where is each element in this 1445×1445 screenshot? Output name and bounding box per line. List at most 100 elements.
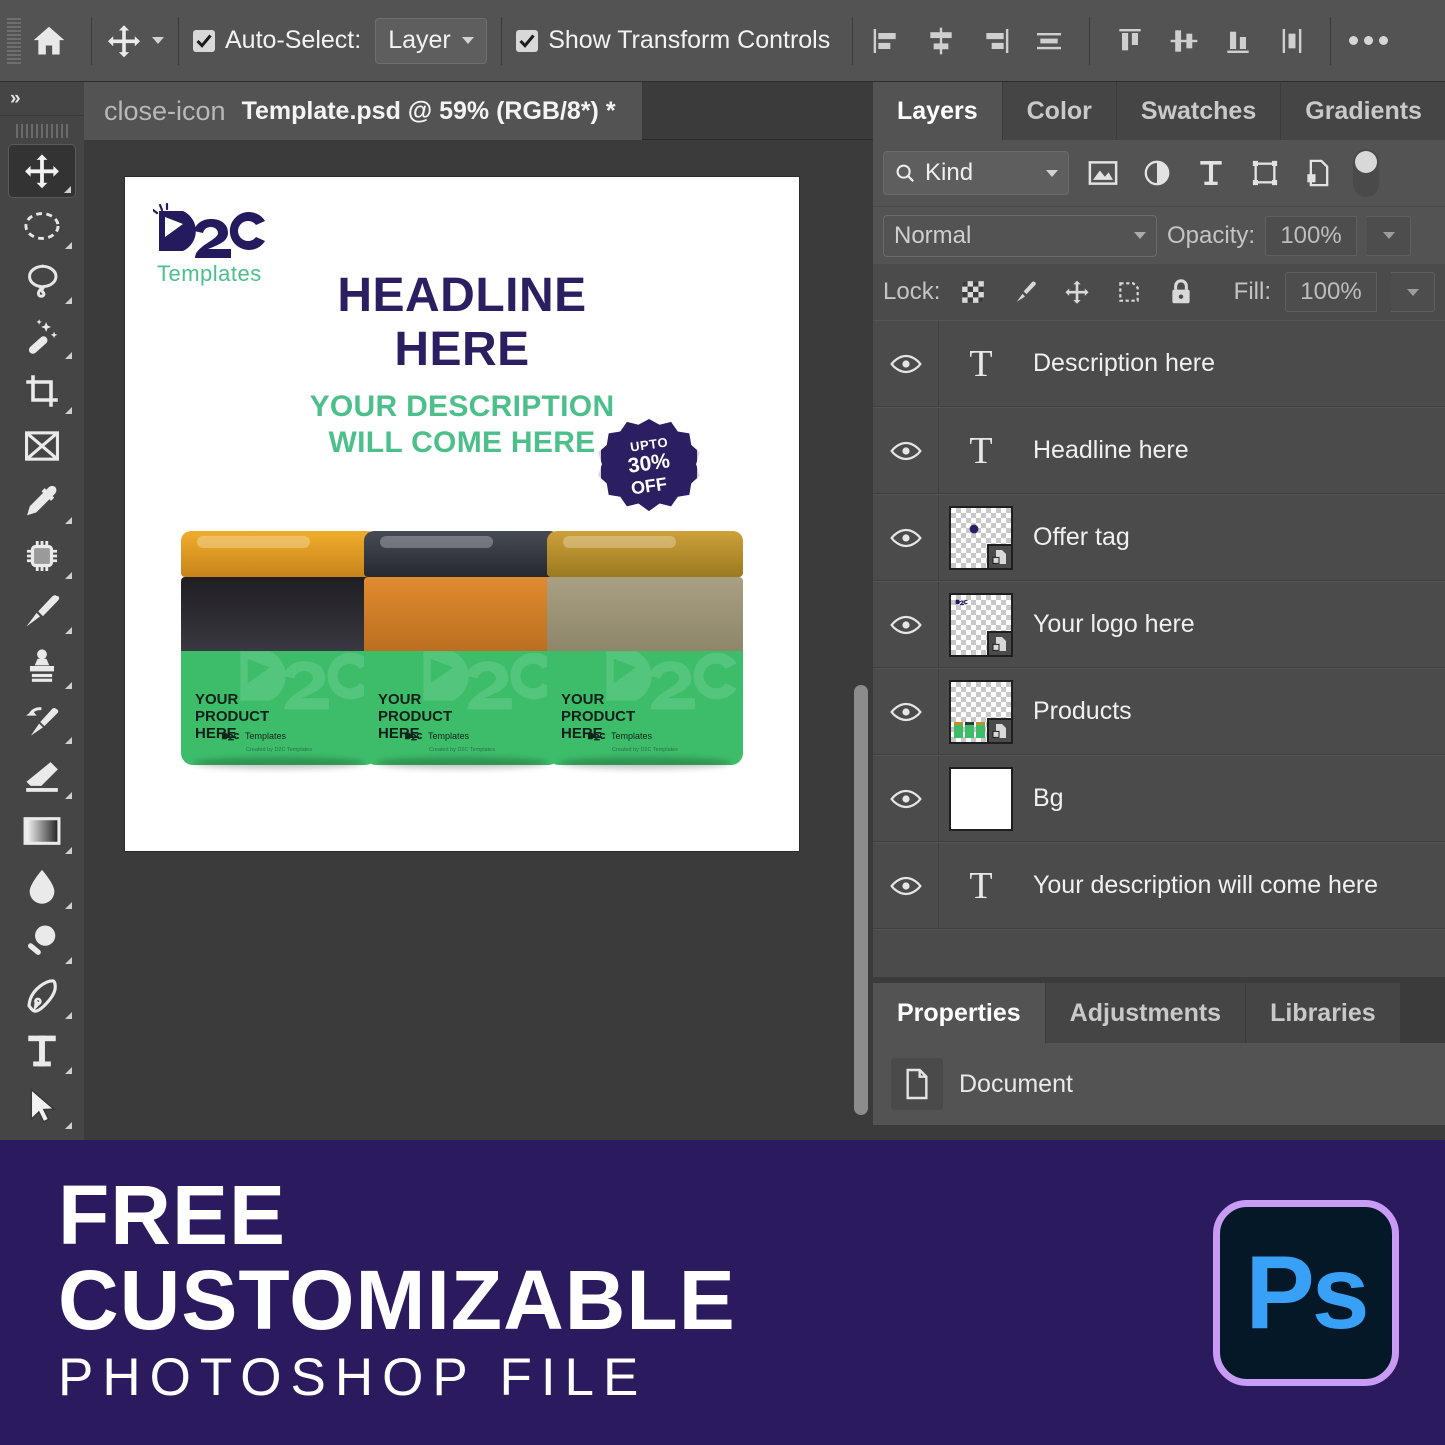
lock-all-button[interactable] (1162, 273, 1200, 311)
table-row[interactable]: Offer tag (873, 494, 1445, 581)
toolbar-drag-handle[interactable] (16, 120, 68, 142)
filter-type-layers-button[interactable] (1191, 153, 1231, 193)
filter-pixel-layers-button[interactable] (1083, 153, 1123, 193)
clone-stamp-tool-button[interactable] (8, 639, 76, 693)
layer-thumbnail[interactable] (939, 680, 1023, 744)
table-row[interactable]: Products (873, 668, 1445, 755)
tool-flyout-indicator[interactable] (65, 517, 72, 524)
table-row[interactable]: Bg (873, 755, 1445, 842)
filter-smart-object-layers-button[interactable] (1299, 153, 1339, 193)
fill-value[interactable]: 100% (1285, 272, 1377, 312)
artboard[interactable]: Templates HEADLINE HERE YOUR DESCRIPTION… (125, 177, 799, 851)
more-options-button[interactable] (1349, 36, 1388, 45)
pen-tool-button[interactable] (8, 969, 76, 1023)
frame-tool-button[interactable] (8, 419, 76, 473)
auto-select-checkbox[interactable] (193, 30, 215, 52)
document-tab[interactable]: close-icon Template.psd @ 59% (RGB/8*) * (84, 82, 642, 140)
distribute-vertical-centers-button[interactable] (1164, 20, 1204, 62)
canvas-area[interactable]: Templates HEADLINE HERE YOUR DESCRIPTION… (84, 140, 873, 1140)
show-transform-controls-checkbox[interactable] (516, 30, 538, 52)
layer-visibility-toggle[interactable] (873, 321, 939, 406)
table-row[interactable]: T Headline here (873, 407, 1445, 494)
close-icon[interactable]: close-icon (104, 98, 226, 125)
layer-thumbnail[interactable]: T (939, 345, 1023, 383)
tool-flyout-indicator[interactable] (65, 902, 72, 909)
filter-adjustment-layers-button[interactable] (1137, 153, 1177, 193)
crop-tool-button[interactable] (8, 364, 76, 418)
tool-flyout-indicator[interactable] (65, 242, 72, 249)
layer-visibility-toggle[interactable] (873, 756, 939, 841)
layer-name[interactable]: Offer tag (1023, 523, 1130, 552)
options-bar-grip[interactable] (7, 18, 21, 64)
tab-color[interactable]: Color (1003, 82, 1117, 140)
tab-swatches[interactable]: Swatches (1117, 82, 1281, 140)
spot-healing-brush-tool-button[interactable] (8, 529, 76, 583)
tool-flyout-indicator[interactable] (65, 627, 72, 634)
tab-libraries[interactable]: Libraries (1246, 983, 1401, 1043)
canvas-scrollbar-thumb[interactable] (854, 685, 868, 1115)
magic-wand-tool-button[interactable] (8, 309, 76, 363)
layer-name[interactable]: Your description will come here (1023, 871, 1378, 900)
layer-thumbnail[interactable] (939, 593, 1023, 657)
layer-thumbnail[interactable] (939, 506, 1023, 570)
layer-name[interactable]: Bg (1023, 784, 1064, 813)
tool-preset-chevron-icon[interactable] (152, 37, 164, 44)
tool-flyout-indicator[interactable] (65, 957, 72, 964)
home-button[interactable] (21, 23, 77, 59)
lock-position-button[interactable] (1058, 273, 1096, 311)
layer-visibility-toggle[interactable] (873, 582, 939, 667)
lock-image-pixels-button[interactable] (1006, 273, 1044, 311)
table-row[interactable]: T Description here (873, 320, 1445, 407)
layer-thumbnail[interactable]: T (939, 867, 1023, 905)
dodge-tool-button[interactable] (8, 914, 76, 968)
table-row[interactable]: T Your description will come here (873, 842, 1445, 929)
tool-flyout-indicator[interactable] (65, 1067, 72, 1074)
move-tool-button[interactable] (8, 144, 76, 198)
align-left-edges-button[interactable] (867, 20, 907, 62)
layer-name[interactable]: Products (1023, 697, 1132, 726)
auto-select-scope-select[interactable]: Layer (375, 18, 487, 64)
eraser-tool-button[interactable] (8, 749, 76, 803)
active-tool-chip[interactable] (106, 23, 164, 59)
layer-name[interactable]: Your logo here (1023, 610, 1195, 639)
filter-enable-toggle[interactable] (1353, 149, 1379, 197)
layer-visibility-toggle[interactable] (873, 408, 939, 493)
blur-tool-button[interactable] (8, 859, 76, 913)
path-selection-tool-button[interactable] (8, 1079, 76, 1133)
tab-adjustments[interactable]: Adjustments (1046, 983, 1246, 1043)
layer-thumbnail[interactable]: T (939, 432, 1023, 470)
align-horizontal-centers-button[interactable] (921, 20, 961, 62)
lasso-tool-button[interactable] (8, 254, 76, 308)
history-brush-tool-button[interactable] (8, 694, 76, 748)
distribute-bottom-edges-button[interactable] (1218, 20, 1258, 62)
distribute-top-edges-button[interactable] (1110, 20, 1150, 62)
document-icon-button[interactable] (891, 1058, 943, 1110)
lock-transparent-pixels-button[interactable] (954, 273, 992, 311)
filter-kind-select[interactable]: Kind (883, 151, 1069, 195)
tab-properties[interactable]: Properties (873, 983, 1046, 1043)
align-right-edges-button[interactable] (975, 20, 1015, 62)
opacity-value[interactable]: 100% (1265, 216, 1357, 256)
type-tool-button[interactable] (8, 1024, 76, 1078)
tool-flyout-indicator[interactable] (65, 352, 72, 359)
tool-flyout-indicator[interactable] (65, 792, 72, 799)
opacity-stepper[interactable] (1367, 216, 1411, 256)
layer-name[interactable]: Description here (1023, 349, 1215, 378)
tool-flyout-indicator[interactable] (65, 1122, 72, 1129)
layer-visibility-toggle[interactable] (873, 843, 939, 928)
tab-gradients[interactable]: Gradients (1281, 82, 1445, 140)
tool-flyout-indicator[interactable] (64, 186, 71, 193)
tool-flyout-indicator[interactable] (65, 847, 72, 854)
blend-mode-select[interactable]: Normal (883, 215, 1157, 257)
tool-flyout-indicator[interactable] (65, 407, 72, 414)
lock-artboard-nesting-button[interactable] (1110, 273, 1148, 311)
table-row[interactable]: Your logo here (873, 581, 1445, 668)
brush-tool-button[interactable] (8, 584, 76, 638)
expand-toolbar-button[interactable]: » (0, 82, 84, 116)
tool-flyout-indicator[interactable] (65, 737, 72, 744)
elliptical-marquee-tool-button[interactable] (8, 199, 76, 253)
tool-flyout-indicator[interactable] (65, 682, 72, 689)
tab-layers[interactable]: Layers (873, 82, 1003, 140)
fill-stepper[interactable] (1391, 272, 1435, 312)
eyedropper-tool-button[interactable] (8, 474, 76, 528)
